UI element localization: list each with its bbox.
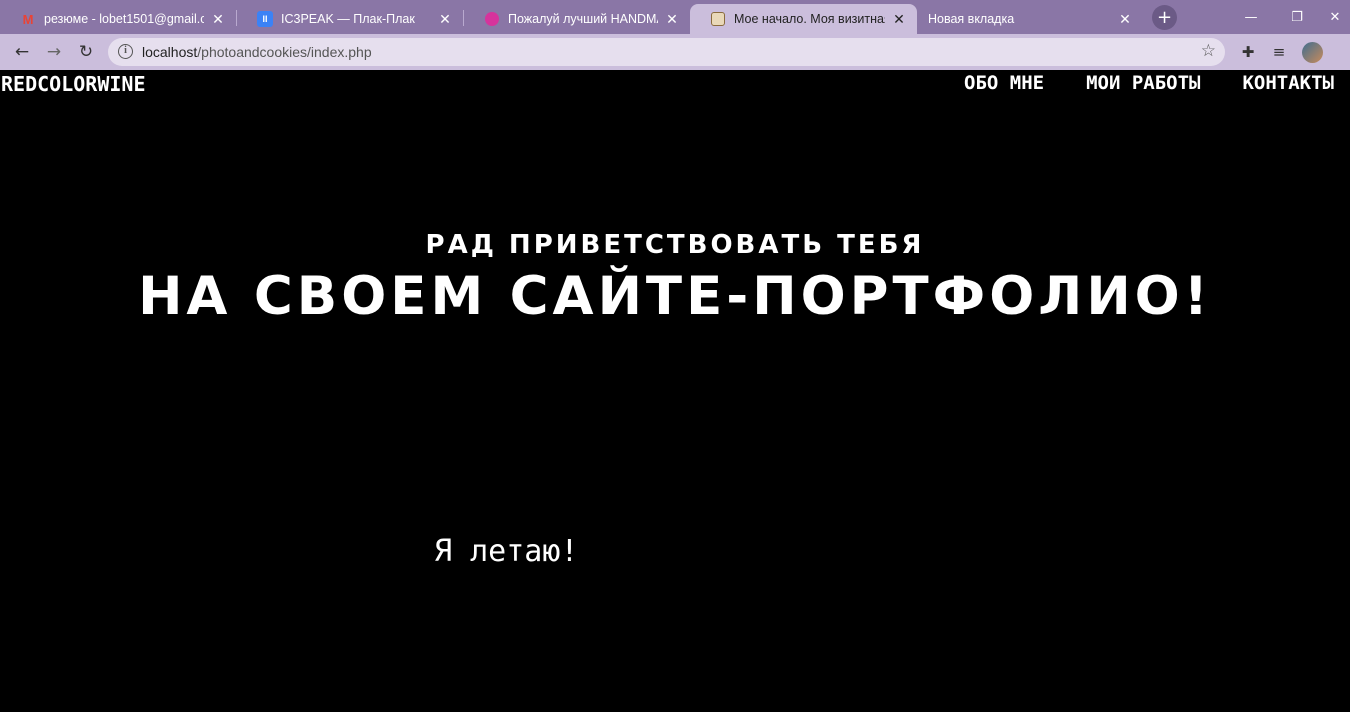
page-icon <box>710 11 726 27</box>
extensions-puzzle-icon[interactable]: ✚ <box>1234 38 1262 66</box>
tab-handmade[interactable]: Пожалуй лучший HANDMADE ✕ <box>464 4 690 34</box>
tab-title: Новая вкладка <box>928 12 1015 26</box>
tab-title: резюме - lobet1501@gmail.com <box>44 12 204 26</box>
gmail-icon: M <box>22 11 34 27</box>
bookmark-star-icon[interactable]: ☆ <box>1201 41 1216 61</box>
hero-subtitle: РАД ПРИВЕТСТВОВАТЬ ТЕБЯ <box>425 230 925 260</box>
forward-button[interactable]: → <box>40 38 68 66</box>
nav-link-contacts[interactable]: КОНТАКТЫ <box>1242 72 1334 94</box>
browser-toolbar: ← → ↻ i localhost/photoandcookies/index.… <box>0 34 1350 70</box>
close-icon[interactable]: ✕ <box>891 11 907 28</box>
media-queue-icon[interactable]: ≡ <box>1265 38 1293 66</box>
tab-ic3peak[interactable]: II IC3PEAK — Плак-Плак ✕ <box>237 4 463 34</box>
hero-title: НА СВОЕМ САЙТЕ-ПОРТФОЛИО! <box>138 266 1212 327</box>
reload-button[interactable]: ↻ <box>72 38 100 66</box>
back-button[interactable]: ← <box>8 38 36 66</box>
close-icon[interactable]: ✕ <box>437 11 453 28</box>
browser-tab-strip: M резюме - lobet1501@gmail.com ✕ II IC3P… <box>0 0 1350 34</box>
tab-portfolio-active[interactable]: Мое начало. Моя визитная карточка ✕ <box>690 4 917 34</box>
close-icon[interactable]: ✕ <box>1117 11 1133 28</box>
floating-text: Я летаю! <box>434 534 579 569</box>
handmade-icon <box>484 11 500 27</box>
new-tab-button[interactable]: + <box>1152 5 1177 30</box>
address-bar[interactable]: i localhost/photoandcookies/index.php ☆ <box>108 38 1225 66</box>
tab-title: Пожалуй лучший HANDMADE <box>508 12 658 26</box>
page-content: REDCOLORWINE ОБО МНЕ МОИ РАБОТЫ КОНТАКТЫ… <box>0 70 1350 712</box>
ic3peak-icon: II <box>257 11 273 27</box>
close-icon[interactable]: ✕ <box>664 11 680 28</box>
tab-new[interactable]: Новая вкладка ✕ <box>917 4 1143 34</box>
site-nav: ОБО МНЕ МОИ РАБОТЫ КОНТАКТЫ <box>964 72 1334 94</box>
tab-title: IC3PEAK — Плак-Плак <box>281 12 415 26</box>
tab-title: Мое начало. Моя визитная карточка <box>734 12 885 26</box>
profile-avatar[interactable] <box>1302 42 1323 63</box>
url-path: /photoandcookies/index.php <box>197 44 372 60</box>
restore-button[interactable]: ❐ <box>1274 0 1320 34</box>
site-logo[interactable]: REDCOLORWINE <box>1 72 146 96</box>
site-info-icon[interactable]: i <box>118 44 133 59</box>
url-host: localhost <box>142 44 198 60</box>
close-icon[interactable]: ✕ <box>210 11 226 28</box>
address-url[interactable]: localhost/photoandcookies/index.php <box>142 44 372 60</box>
nav-link-about[interactable]: ОБО МНЕ <box>964 72 1044 94</box>
close-window-button[interactable]: ✕ <box>1320 0 1350 34</box>
minimize-button[interactable]: — <box>1228 0 1274 34</box>
nav-link-works[interactable]: МОИ РАБОТЫ <box>1086 72 1200 94</box>
tab-gmail[interactable]: M резюме - lobet1501@gmail.com ✕ <box>0 4 236 34</box>
